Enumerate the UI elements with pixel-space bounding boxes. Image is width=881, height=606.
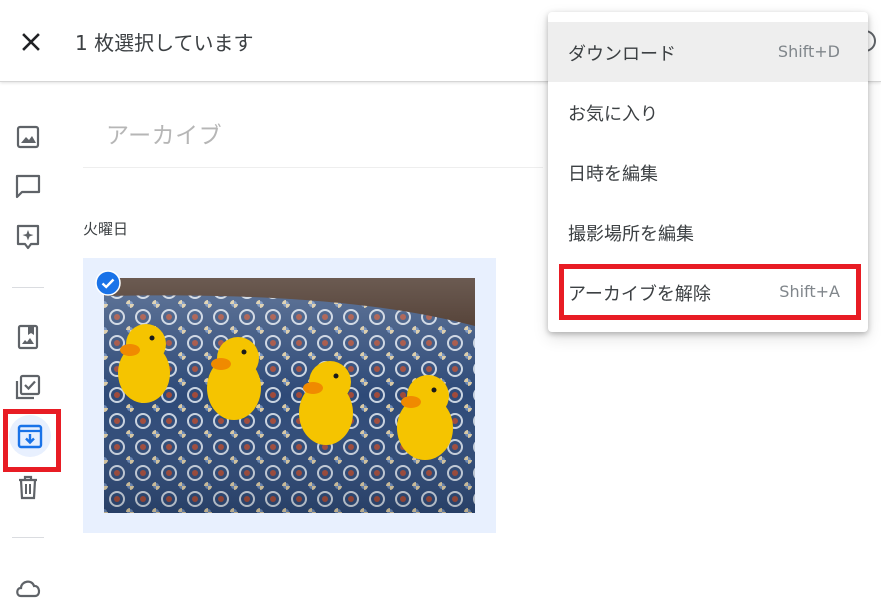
menu-item-label: お気に入り <box>568 104 658 125</box>
menu-item-label: 日時を編集 <box>568 164 658 185</box>
selection-count: 1 枚選択しています <box>75 31 254 55</box>
menu-item-label: 撮影場所を編集 <box>568 224 694 245</box>
menu-item-favorite[interactable]: お気に入り <box>548 82 868 142</box>
trash-icon[interactable] <box>13 472 43 502</box>
menu-item-label: ダウンロード <box>568 44 676 65</box>
menu-item-download[interactable]: ダウンロード Shift+D <box>548 22 868 82</box>
page: 1 枚選択しています アーカイブ 火曜日 ダウンロード Shift+D お気に入… <box>0 0 881 606</box>
menu-item-shortcut: Shift+D <box>777 42 840 61</box>
checklist-icon[interactable] <box>13 372 43 402</box>
add-to-album-icon[interactable] <box>13 222 43 252</box>
rail-divider <box>12 537 44 538</box>
menu-item-edit-location[interactable]: 撮影場所を編集 <box>548 202 868 262</box>
cloud-icon[interactable] <box>13 572 43 602</box>
photo-thumbnail[interactable] <box>104 278 475 513</box>
comment-icon[interactable] <box>13 172 43 202</box>
album-title[interactable]: アーカイブ <box>106 116 222 150</box>
close-icon[interactable] <box>12 23 50 61</box>
photo-icon[interactable] <box>13 122 43 152</box>
menu-item-edit-datetime[interactable]: 日時を編集 <box>548 142 868 202</box>
book-icon[interactable] <box>13 322 43 352</box>
title-underline <box>83 167 543 168</box>
date-group-label: 火曜日 <box>83 220 129 238</box>
rail-divider <box>12 287 44 288</box>
archive-highlight-box <box>3 409 61 472</box>
selected-check-icon[interactable] <box>95 270 121 296</box>
unarchive-highlight-box <box>559 264 861 320</box>
